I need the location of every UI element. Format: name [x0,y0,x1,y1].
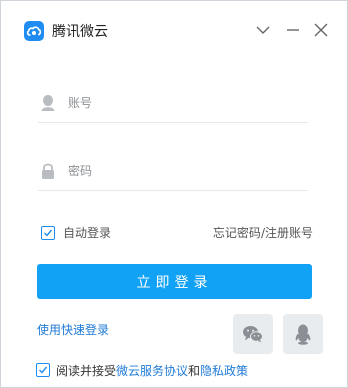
register-link[interactable]: 注册账号 [265,226,313,240]
login-button[interactable]: 立即登录 [37,264,312,299]
agreement-text: 阅读并接受微云服务协议和隐私政策 [56,363,248,379]
quick-login-link[interactable]: 使用快速登录 [37,322,109,338]
agreement-checkbox[interactable] [36,363,50,377]
login-window: 腾讯微云 自动登录 忘记密码/ [0,0,348,388]
account-input[interactable] [68,91,298,115]
minimize-icon[interactable] [284,21,302,39]
user-icon [40,94,56,112]
chevron-down-icon[interactable] [254,21,272,39]
lock-icon [40,162,56,180]
qq-login-button[interactable] [283,314,323,354]
account-links: 忘记密码/注册账号 [213,225,313,241]
account-field [38,86,308,123]
forgot-password-link[interactable]: 忘记密码 [213,226,261,240]
weiyun-cloud-icon [24,21,44,41]
qq-icon [295,324,311,345]
agreement-conjunction: 和 [188,364,201,378]
wechat-login-button[interactable] [233,314,273,354]
password-input[interactable] [68,159,298,183]
agreement-prefix: 阅读并接受 [56,364,117,378]
privacy-policy-link[interactable]: 隐私政策 [200,364,248,378]
close-icon[interactable] [312,21,330,39]
auto-login-label: 自动登录 [63,226,112,240]
service-agreement-link[interactable]: 微云服务协议 [116,364,188,378]
title-bar[interactable]: 腾讯微云 [1,1,347,51]
password-field [38,154,308,191]
app-title: 腾讯微云 [52,24,108,40]
auto-login-checkbox[interactable] [41,226,55,240]
wechat-icon [243,326,263,343]
